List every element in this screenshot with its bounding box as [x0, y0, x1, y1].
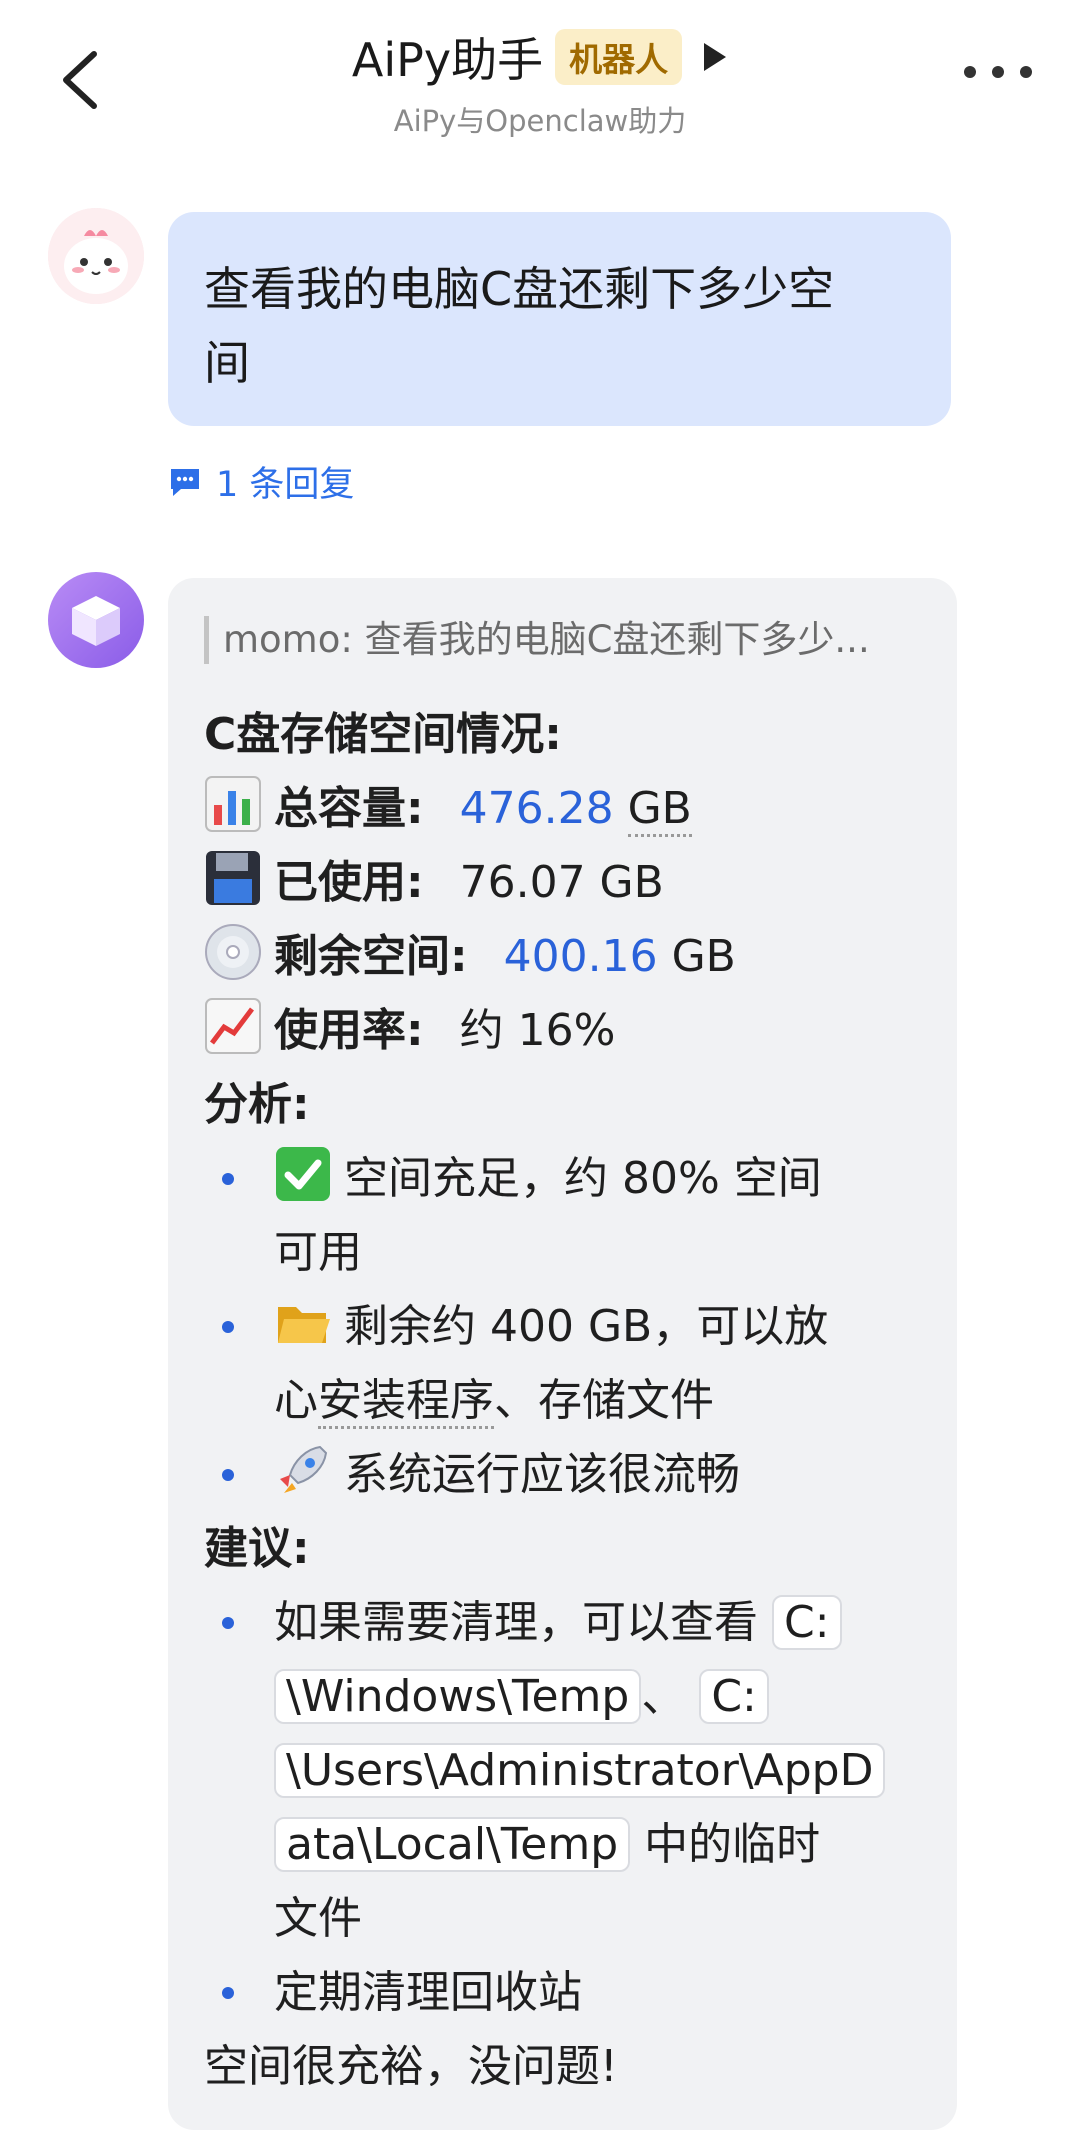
bot-message-content: C盘存储空间情况: 总容量: 476.28 GB 已使用: 76.07 GB 剩余空… [204, 698, 924, 2104]
chat-subtitle: AiPy与Openclaw助力 [393, 104, 687, 138]
code-path: C: [699, 1669, 769, 1724]
bullet-dot [222, 1173, 234, 1185]
floppy-disk-icon [206, 851, 260, 905]
analysis-item: 空间充足，约 80% 空间 可用 [204, 1142, 924, 1290]
cute-animal-avatar-icon [48, 208, 144, 304]
bullet-dot [222, 1617, 234, 1629]
analysis-item: 剩余约 400 GB，可以放 心安装程序、存储文件 [204, 1290, 924, 1438]
rocket-icon [280, 1445, 328, 1493]
bot-badge: 机器人 [555, 29, 683, 85]
user-message-line1: 查看我的电脑C盘还剩下多少空 [204, 262, 835, 316]
analysis-item: 系统运行应该很流畅 [204, 1438, 924, 1512]
code-path: C: [772, 1595, 842, 1650]
bullet-dot [222, 1321, 234, 1333]
bot-avatar[interactable] [48, 572, 144, 668]
user-message-line2: 间 [204, 336, 250, 390]
chat-title: AiPy助手 [351, 33, 544, 87]
bullet-dot [222, 1469, 234, 1481]
trend-up-icon [205, 998, 261, 1054]
advice-heading: 建议: [204, 1523, 310, 1574]
quoted-message[interactable]: momo: 查看我的电脑C盘还剩下多少... [204, 616, 934, 664]
comment-icon [171, 468, 199, 496]
reply-count-link[interactable]: 1 条回复 [168, 456, 354, 507]
advice-item: 定期清理回收站 [204, 1956, 924, 2030]
bot-message-bubble[interactable]: momo: 查看我的电脑C盘还剩下多少... C盘存储空间情况: 总容量: 476… [168, 578, 957, 2130]
title-row[interactable]: AiPy助手 机器人 [0, 24, 1080, 90]
stat-usage-rate: 使用率: 约 16% [204, 994, 924, 1068]
user-message-bubble[interactable]: 查看我的电脑C盘还剩下多少空 间 [168, 212, 951, 426]
closing-text: 空间很充裕，没问题! [204, 2041, 618, 2092]
user-avatar[interactable] [48, 208, 144, 304]
check-mark-icon [276, 1147, 330, 1201]
bar-chart-icon [205, 776, 261, 832]
stat-used: 已使用: 76.07 GB [204, 846, 924, 920]
stat-total: 总容量: 476.28 GB [204, 772, 924, 846]
stat-free: 剩余空间: 400.16 GB [204, 920, 924, 994]
code-path: ata\Local\Temp [274, 1817, 631, 1872]
cube-icon [72, 596, 120, 646]
disc-icon [205, 924, 261, 980]
play-triangle-icon [704, 43, 727, 71]
code-path: \Windows\Temp [274, 1669, 642, 1724]
chat-header: AiPy助手 机器人 AiPy与Openclaw助力 [0, 0, 1080, 160]
bullet-dot [222, 1987, 234, 1999]
code-path: \Users\Administrator\AppD [274, 1743, 886, 1798]
more-options-icon[interactable] [964, 60, 1032, 84]
open-folder-icon [278, 1307, 330, 1343]
analysis-heading: 分析: [204, 1079, 310, 1130]
advice-item: 如果需要清理，可以查看 C: \Windows\Temp、 C: \Users\… [204, 1586, 924, 1956]
storage-heading: C盘存储空间情况: [204, 709, 562, 760]
reply-count-label: 1 条回复 [216, 465, 355, 505]
